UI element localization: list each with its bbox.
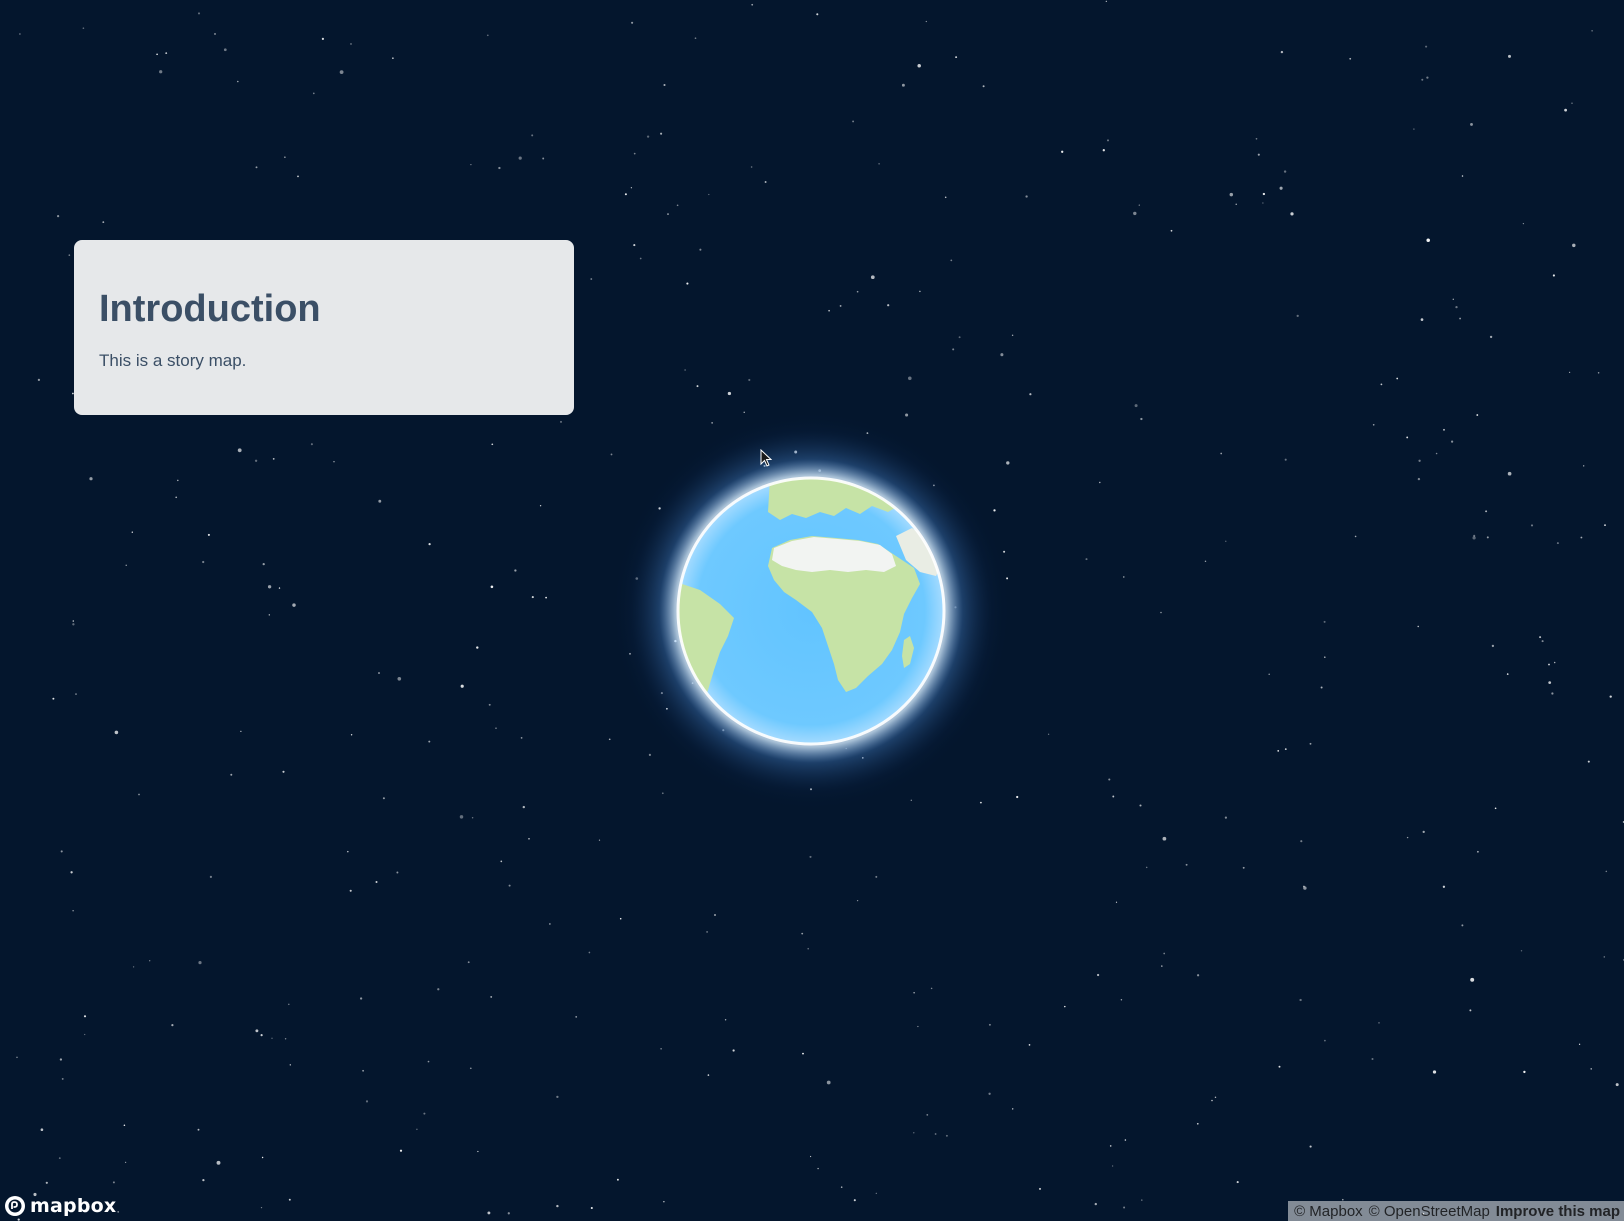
osm-attribution-link[interactable]: © OpenStreetMap	[1369, 1203, 1490, 1220]
mouse-cursor-icon	[760, 449, 772, 467]
map-canvas[interactable]	[0, 0, 1624, 1221]
mapbox-logo-text: mapbox	[30, 1195, 117, 1217]
story-chapter-card: Introduction This is a story map.	[74, 240, 574, 415]
map-attribution: © Mapbox © OpenStreetMap Improve this ma…	[1288, 1201, 1624, 1221]
chapter-title: Introduction	[99, 288, 321, 330]
globe[interactable]	[0, 0, 1624, 1221]
mapbox-logo-link[interactable]: mapbox	[4, 1193, 116, 1219]
improve-map-link[interactable]: Improve this map	[1496, 1203, 1620, 1220]
mapbox-attribution-link[interactable]: © Mapbox	[1294, 1203, 1363, 1220]
chapter-description: This is a story map.	[99, 351, 247, 370]
mapbox-logo-icon	[5, 1196, 25, 1216]
